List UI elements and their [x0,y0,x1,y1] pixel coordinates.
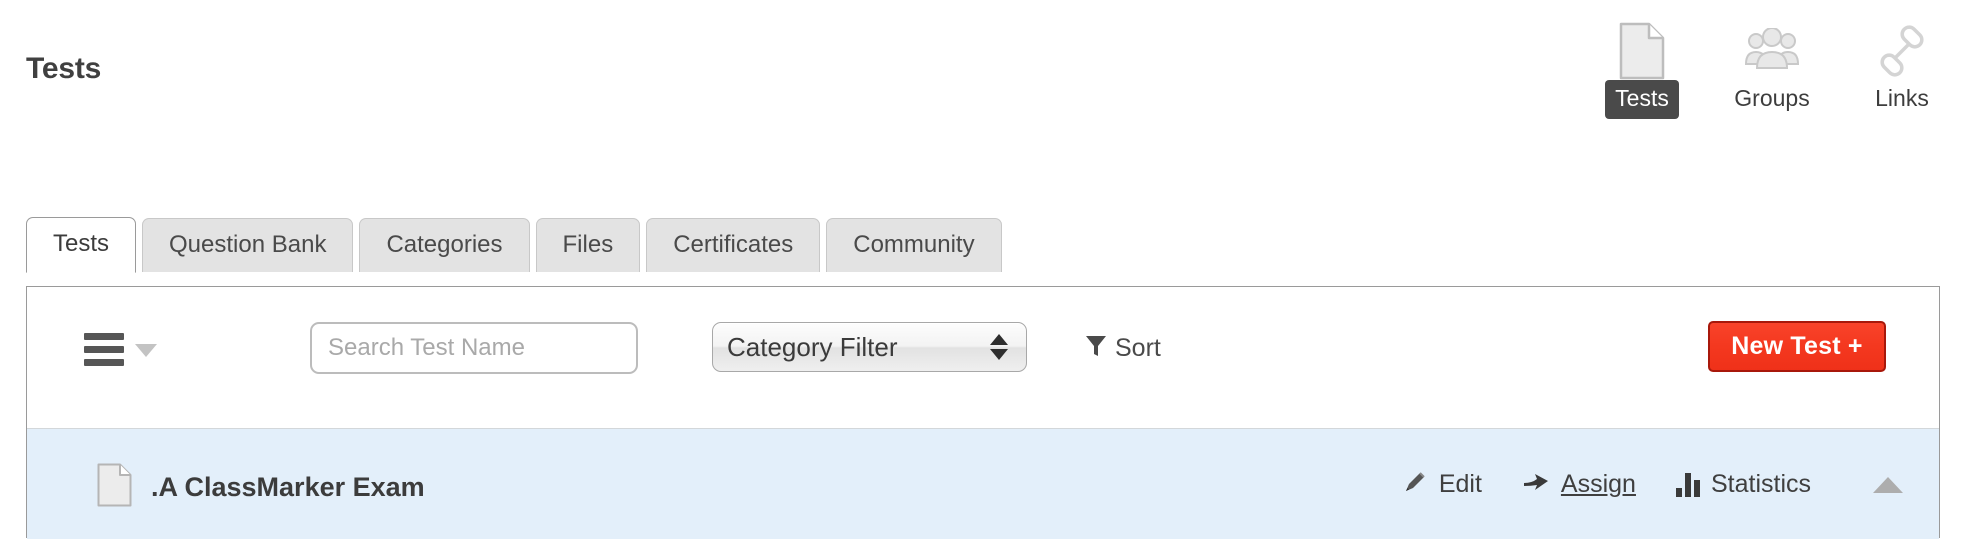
tab-question-bank[interactable]: Question Bank [142,218,354,272]
menu-toggle-button[interactable] [84,333,157,366]
category-filter-label: Category Filter [727,331,898,362]
page-root: Tests Tests Groups Links Tests Question … [0,0,1970,539]
assign-button[interactable]: Assign [1522,470,1636,499]
tab-bar: Tests Question Bank Categories Files Cer… [26,217,1008,273]
top-nav-item-tests[interactable]: Tests [1596,22,1688,119]
top-navigation: Tests Groups Links [1596,22,1948,119]
chevron-down-icon [135,344,157,357]
pencil-icon [1402,469,1428,500]
top-nav-label-groups: Groups [1734,85,1810,111]
updown-arrows-icon [990,334,1008,360]
category-filter-select[interactable]: Category Filter [712,322,1027,372]
top-nav-item-links[interactable]: Links [1856,22,1948,119]
triangle-up-icon[interactable] [1873,476,1903,493]
tab-files[interactable]: Files [535,218,641,272]
tab-tests[interactable]: Tests [26,217,137,273]
test-name: .A ClassMarker Exam [151,472,425,502]
table-row[interactable]: .A ClassMarker Exam Edit Assign Statisti… [27,428,1939,539]
sort-button[interactable]: Sort [1085,334,1161,363]
top-nav-label-links: Links [1875,85,1929,111]
link-icon [1876,22,1928,80]
arrow-right-icon [1522,470,1550,499]
assign-label: Assign [1560,470,1636,498]
filter-funnel-icon [1085,334,1107,363]
new-test-button[interactable]: New Test + [1708,321,1886,372]
sort-label: Sort [1115,334,1161,362]
tab-categories[interactable]: Categories [359,218,530,272]
test-row-main[interactable]: .A ClassMarker Exam [97,463,425,512]
tab-community[interactable]: Community [826,218,1002,272]
document-icon [97,463,132,512]
tab-certificates[interactable]: Certificates [646,218,821,272]
top-nav-label-tests: Tests [1605,80,1679,119]
groups-icon [1743,22,1801,80]
page-title: Tests [26,52,102,85]
edit-label: Edit [1438,470,1482,498]
statistics-button[interactable]: Statistics [1675,470,1811,499]
edit-button[interactable]: Edit [1402,469,1482,500]
document-icon [1619,22,1665,80]
row-actions: Edit Assign Statistics [1402,469,1909,500]
top-nav-item-groups[interactable]: Groups [1726,22,1818,119]
bar-chart-icon [1675,472,1700,497]
hamburger-icon [84,333,124,366]
search-input[interactable] [310,322,638,374]
statistics-label: Statistics [1710,470,1811,498]
